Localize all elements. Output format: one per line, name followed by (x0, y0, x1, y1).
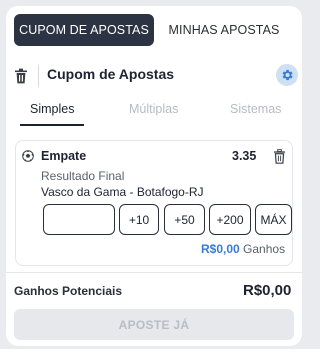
bet-type-tabs: Simples Múltiplas Sistemas (6, 102, 302, 130)
footer-divider (6, 272, 302, 273)
bet-gains-amount: R$0,00 (201, 242, 240, 256)
bet-card: Empate 3.35 Resultado Final Vasco da Gam… (15, 140, 293, 266)
quick-stake-10-button[interactable]: +10 (119, 204, 159, 235)
settings-button[interactable] (276, 64, 298, 86)
quick-stake-200-button[interactable]: +200 (209, 204, 251, 235)
active-tab-underline (20, 124, 84, 126)
tab-bet-slip[interactable]: CUPOM DE APOSTAS (14, 14, 154, 46)
tab-sistemas[interactable]: Sistemas (230, 102, 281, 116)
gear-icon (282, 69, 293, 81)
bet-gains-label: Ganhos (243, 242, 286, 256)
bet-gains: R$0,00 Ganhos (201, 242, 285, 256)
quick-stake-max-button[interactable]: MÁX (255, 204, 292, 235)
match-name: Vasco da Gama - Botafogo-RJ (41, 185, 204, 199)
market-name: Resultado Final (41, 169, 125, 183)
bet-slip-panel: CUPOM DE APOSTAS MINHAS APOSTAS Cupom de… (6, 6, 302, 346)
potential-gains-label: Ganhos Potenciais (14, 284, 123, 298)
tab-multiplas[interactable]: Múltiplas (129, 102, 178, 116)
header-divider (38, 65, 39, 87)
stake-input[interactable] (43, 204, 115, 235)
trash-icon[interactable] (14, 68, 28, 84)
selection-odd: 3.35 (232, 149, 257, 163)
potential-gains-value: R$0,00 (243, 282, 292, 299)
tab-my-bets[interactable]: MINHAS APOSTAS (154, 14, 294, 46)
place-bet-button[interactable]: APOSTE JÁ (14, 309, 294, 340)
trash-icon[interactable] (273, 149, 286, 164)
selection-name: Empate (41, 149, 87, 163)
top-tabs: CUPOM DE APOSTAS MINHAS APOSTAS (14, 14, 294, 46)
slip-title: Cupom de Apostas (47, 66, 175, 82)
tab-simples[interactable]: Simples (30, 102, 74, 116)
quick-stake-50-button[interactable]: +50 (164, 204, 205, 235)
slip-header: Cupom de Apostas (6, 62, 302, 90)
soccer-ball-icon (22, 150, 34, 162)
